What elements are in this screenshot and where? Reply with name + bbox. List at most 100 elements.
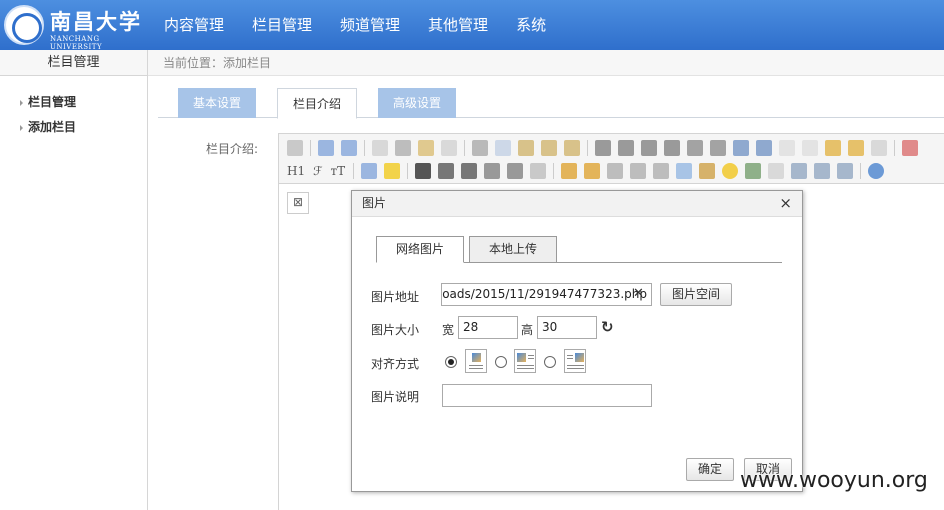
ordered-list-icon[interactable] [687,140,703,156]
template-icon[interactable] [418,140,434,156]
font-size-dropdown[interactable]: тT [331,164,346,178]
tab-advanced-settings[interactable]: 高级设置 [378,88,457,118]
toolbar-divider [310,140,311,156]
align-center-icon[interactable] [618,140,634,156]
align-none-radio[interactable] [445,356,457,368]
university-seal-icon [4,5,44,45]
emoticon-icon[interactable] [722,163,739,179]
sidebar-item-add-column[interactable]: 添加栏目 [0,115,147,140]
heading-dropdown[interactable]: H1 [287,164,305,178]
italic-icon[interactable] [438,163,455,179]
ok-button[interactable]: 确定 [686,458,734,481]
sidebar: 栏目管理 栏目管理 添加栏目 [0,50,148,510]
dialog-header: 图片 × [352,191,802,217]
underline-icon[interactable] [461,163,478,179]
toolbar-divider [353,163,355,179]
align-right-icon[interactable] [641,140,657,156]
flash-icon[interactable] [607,163,624,179]
image-description-input[interactable] [442,384,652,407]
image-description-label: 图片说明 [371,390,420,404]
tab-network-image[interactable]: 网络图片 [376,236,465,263]
strikethrough-icon[interactable] [484,163,501,179]
toolbar-divider [587,140,588,156]
link-icon[interactable] [814,163,831,179]
tab-basic-settings[interactable]: 基本设置 [178,88,257,118]
clear-format-icon[interactable] [825,140,841,156]
table-icon[interactable] [676,163,693,179]
image-url-value: ploads/2015/11/291947477323.php [441,287,647,301]
toolbar-divider [364,140,365,156]
align-right-icon [564,349,586,373]
width-label: 宽 [442,323,455,337]
nav-channel-management[interactable]: 频道管理 [326,0,414,50]
width-input[interactable]: 28 [458,316,518,339]
image-size-label: 图片大小 [371,323,420,337]
broken-image-icon[interactable]: ⊠ [287,192,309,214]
nav-other-management[interactable]: 其他管理 [414,0,502,50]
code-icon[interactable] [441,140,457,156]
paste-text-icon[interactable] [541,140,557,156]
baidu-map-icon[interactable] [745,163,762,179]
dialog-tabs: 网络图片 本地上传 [376,235,782,263]
paste-word-icon[interactable] [564,140,580,156]
align-left-icon[interactable] [595,140,611,156]
insert-row-icon[interactable] [699,163,716,179]
nav-system[interactable]: 系统 [502,0,560,50]
copy-icon[interactable] [495,140,511,156]
university-logo[interactable]: 南昌大学 NANCHANG UNIVERSITY [0,0,150,51]
toolbar-row-2: H1 ℱ тT [287,160,891,182]
tab-column-intro[interactable]: 栏目介绍 [277,88,358,119]
unlink-icon[interactable] [837,163,854,179]
image-dialog: 图片 × 网络图片 本地上传 图片地址 ploads/2015/11/29194… [351,190,803,492]
alignment-label: 对齐方式 [371,357,420,371]
indent-icon[interactable] [733,140,749,156]
image-space-button[interactable]: 图片空间 [660,283,732,306]
bold-icon[interactable] [415,163,432,179]
align-none-icon [465,349,487,373]
print-icon[interactable] [395,140,411,156]
height-input[interactable]: 30 [537,316,597,339]
superscript-icon[interactable] [802,140,818,156]
select-all-icon[interactable] [871,140,887,156]
nav-content-management[interactable]: 内容管理 [150,0,238,50]
close-icon[interactable]: × [779,191,792,215]
preview-icon[interactable] [372,140,388,156]
undo-icon[interactable] [318,140,334,156]
font-color-icon[interactable] [361,163,378,179]
attachment-icon[interactable] [653,163,670,179]
settings-tabs: 基本设置 栏目介绍 高级设置 [158,86,944,119]
media-icon[interactable] [630,163,647,179]
paste-icon[interactable] [518,140,534,156]
toolbar-row-1 [287,137,925,159]
toolbar-divider [464,140,465,156]
highlight-color-icon[interactable] [384,163,401,179]
quick-format-icon[interactable] [848,140,864,156]
sidebar-item-column-management[interactable]: 栏目管理 [0,90,147,115]
eraser-icon[interactable] [530,163,547,179]
horizontal-rule-icon[interactable] [507,163,524,179]
fullscreen-icon[interactable] [902,140,918,156]
breadcrumb: 当前位置：添加栏目 [148,50,944,76]
cut-icon[interactable] [472,140,488,156]
align-right-radio[interactable] [544,356,556,368]
tab-local-upload[interactable]: 本地上传 [469,236,558,263]
anchor-icon[interactable] [791,163,808,179]
justify-icon[interactable] [664,140,680,156]
outdent-icon[interactable] [756,140,772,156]
clear-url-icon[interactable]: ✕ [633,286,644,301]
page-break-icon[interactable] [768,163,785,179]
help-icon[interactable] [868,163,885,179]
source-icon[interactable] [287,140,303,156]
redo-icon[interactable] [341,140,357,156]
toolbar-divider [894,140,895,156]
refresh-icon[interactable]: ↻ [601,318,614,336]
image-icon[interactable] [561,163,578,179]
image-url-input[interactable]: ploads/2015/11/291947477323.php [441,283,652,306]
font-family-dropdown[interactable]: ℱ [313,164,322,178]
nav-column-management[interactable]: 栏目管理 [238,0,326,50]
multi-image-icon[interactable] [584,163,601,179]
align-left-radio[interactable] [495,356,507,368]
top-header: 南昌大学 NANCHANG UNIVERSITY 内容管理 栏目管理 频道管理 … [0,0,944,51]
unordered-list-icon[interactable] [710,140,726,156]
subscript-icon[interactable] [779,140,795,156]
